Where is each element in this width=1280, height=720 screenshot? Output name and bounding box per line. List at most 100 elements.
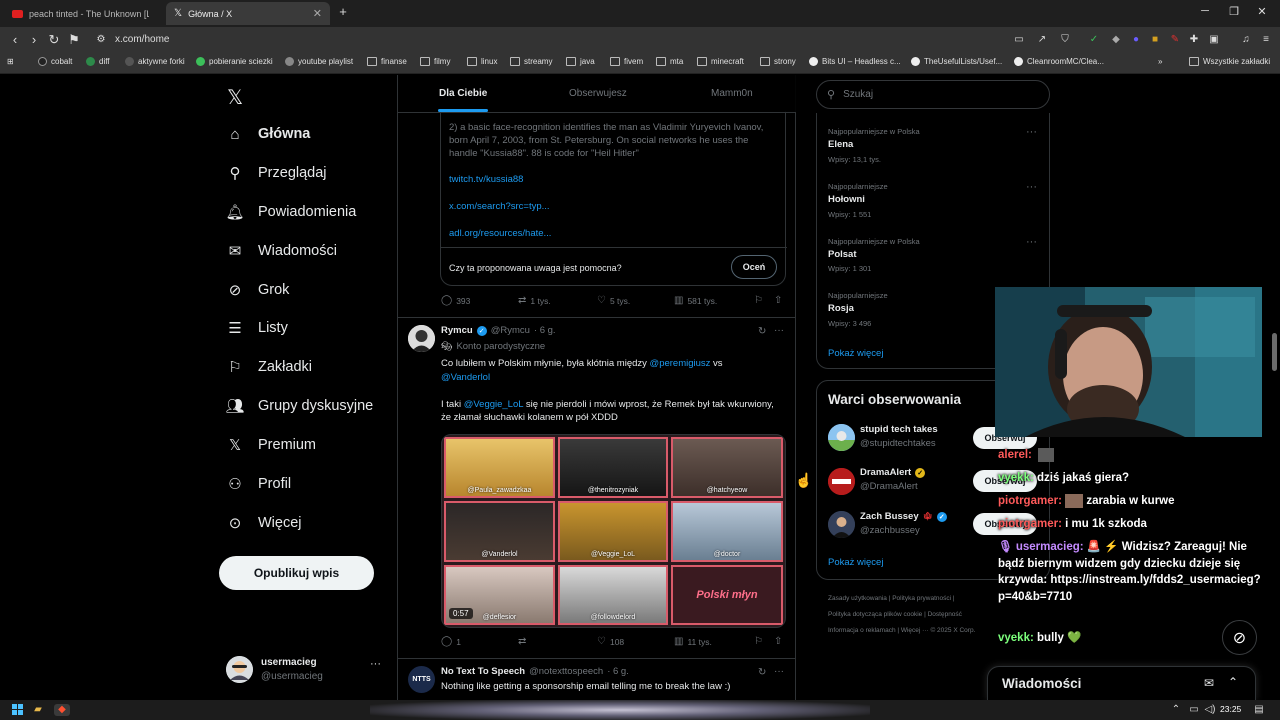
sidebar-item-lists[interactable]: ☰ Listy (226, 319, 288, 337)
bookmark-folder[interactable]: finanse (367, 57, 407, 66)
sidebar-item-notifications[interactable]: 🔔︎ Powiadomienia (225, 203, 356, 221)
sidebar-item-communities[interactable]: 👥︎ Grupy dyskusyjne (225, 397, 373, 415)
wtf-name[interactable]: stupid tech takes (860, 424, 938, 435)
sidebar-item-profile[interactable]: ⚇ Profil (226, 475, 291, 493)
window-close-button[interactable]: ✕ (1252, 5, 1272, 18)
bookmark-page-icon[interactable]: ⚑ (66, 33, 82, 47)
back-icon[interactable]: ‹ (7, 33, 23, 47)
check-extension-icon[interactable]: ✓ (1086, 33, 1102, 47)
extension-icon[interactable]: ✎ (1167, 33, 1183, 47)
bookmark-item[interactable]: TheUsefulLists/Usef... (911, 57, 1002, 66)
reply-button[interactable]: ◯ 1 (441, 636, 461, 647)
avatar[interactable] (828, 511, 855, 538)
mention-link[interactable]: @Veggie_LoL (464, 399, 523, 410)
more-dots-icon[interactable]: ··· (370, 658, 381, 670)
cast-icon[interactable]: ▭ (1011, 33, 1027, 47)
bookmark-item[interactable]: aktywne forki (125, 57, 185, 66)
bookmark-item[interactable]: diff (86, 57, 110, 66)
apps-grid-icon[interactable]: ⊞ (7, 57, 14, 66)
chevron-up-icon[interactable]: ⌃ (1170, 704, 1182, 716)
wtf-handle[interactable]: @DramaAlert (860, 481, 918, 492)
minimize-button[interactable]: ─ (1195, 5, 1215, 17)
share-button[interactable]: ⇧ (774, 295, 782, 306)
extension-icon[interactable]: ◆ (1108, 33, 1124, 47)
author-handle[interactable]: @notexttospeech (529, 666, 603, 677)
sidebar-item-explore[interactable]: ⚲ Przeglądaj (226, 164, 327, 182)
bookmark-folder[interactable]: minecraft (697, 57, 744, 66)
grok-icon[interactable]: ↻ (758, 326, 766, 337)
network-icon[interactable]: ▭ (1188, 704, 1200, 716)
trend-name[interactable]: Rosja (828, 303, 854, 314)
rate-button[interactable]: Oceń (731, 255, 777, 279)
footer-links[interactable]: Informacja o reklamach | Więcej ··· © 20… (828, 627, 975, 634)
sidebar-item-home[interactable]: ⌂ Główna (226, 125, 310, 143)
bookmark-folder[interactable]: streamy (510, 57, 552, 66)
share-icon[interactable]: ↗ (1034, 33, 1050, 47)
chevron-up-icon[interactable]: ⌃ (1228, 675, 1238, 689)
browser-tab-active[interactable]: 𝕏 Główna / X ✕ (166, 2, 330, 25)
note-link[interactable]: adl.org/resources/hate... (449, 228, 551, 239)
avatar[interactable] (828, 424, 855, 451)
sidebar-item-premium[interactable]: 𝕏 Premium (226, 436, 316, 454)
tweet-time[interactable]: · 6 g. (534, 325, 556, 336)
bookmark-folder[interactable]: fivem (610, 57, 643, 66)
extensions-puzzle-icon[interactable]: ✚ (1186, 33, 1202, 47)
messages-drawer[interactable]: Wiadomości ✉ ⌃ (987, 666, 1256, 700)
author-name[interactable]: No Text To Speech (441, 666, 525, 677)
sidebar-icon[interactable]: ▣ (1206, 33, 1222, 47)
bookmark-folder[interactable]: java (566, 57, 595, 66)
account-switcher[interactable]: usermacieg @usermacieg ··· (226, 652, 386, 686)
more-dots-icon[interactable]: ··· (1026, 236, 1037, 248)
note-link[interactable]: x.com/search?src=typ... (449, 201, 550, 212)
site-info-icon[interactable]: ⚙ (93, 33, 109, 47)
bookmark-item[interactable]: cobalt (38, 57, 72, 66)
extension-icon[interactable]: ● (1128, 33, 1144, 47)
restore-button[interactable]: ❐ (1224, 5, 1244, 18)
bookmarks-overflow-icon[interactable]: » (1158, 57, 1162, 66)
wtf-name[interactable]: DramaAlert ✓ (860, 467, 926, 478)
sidebar-item-grok[interactable]: ⊘ Grok (226, 281, 290, 299)
bookmark-item[interactable]: CleanroomMC/Clea... (1014, 57, 1104, 66)
avatar[interactable]: NTTS (408, 666, 435, 693)
footer-links[interactable]: Polityka dotycząca plików cookie | Dostę… (828, 611, 962, 618)
grok-icon[interactable]: ↻ (758, 667, 766, 678)
bookmark-folder[interactable]: strony (760, 57, 796, 66)
footer-links[interactable]: Zasady użytkowania | Polityka prywatnośc… (828, 595, 955, 602)
tab-following[interactable]: Obserwujesz (569, 88, 627, 99)
taskbar-clock[interactable]: 23:25 (1220, 704, 1241, 714)
repost-button[interactable]: ⇄ 1 tys. (518, 295, 551, 306)
like-button[interactable]: ♡ 5 tys. (597, 295, 630, 306)
tab-for-you[interactable]: Dla Ciebie (439, 88, 487, 99)
file-explorer-icon[interactable]: ▰ (32, 704, 44, 716)
reply-button[interactable]: ◯ 393 (441, 295, 470, 306)
bookmark-folder[interactable]: mta (656, 57, 683, 66)
mention-link[interactable]: @Vanderlol (441, 372, 490, 383)
bookmark-item[interactable]: Bits UI – Headless c... (809, 57, 901, 66)
more-dots-icon[interactable]: ··· (1026, 126, 1037, 138)
forward-icon[interactable]: › (26, 33, 42, 47)
trend-name[interactable]: Elena (828, 139, 853, 150)
page-scrollbar[interactable] (1272, 333, 1277, 371)
close-icon[interactable]: ✕ (313, 7, 322, 20)
more-dots-icon[interactable]: ··· (774, 666, 784, 677)
media-icon[interactable]: ♫ (1238, 33, 1254, 47)
views-button[interactable]: ▥ 11 tys. (674, 636, 712, 647)
wtf-handle[interactable]: @stupidtechtakes (860, 438, 936, 449)
trend-name[interactable]: Polsat (828, 249, 857, 260)
avatar[interactable] (408, 325, 435, 352)
address-bar[interactable]: x.com/home (115, 34, 169, 45)
more-dots-icon[interactable]: ··· (774, 325, 784, 336)
wtf-name[interactable]: Zach Bussey 🍁︎ ✓ (860, 511, 947, 522)
browser-taskbar-icon[interactable]: ◆ (54, 704, 70, 716)
views-button[interactable]: ▥ 581 tys. (674, 295, 717, 306)
mention-link[interactable]: @peremigiusz (650, 358, 711, 369)
video-player[interactable]: @Paula_zawadzkaa @thenitrozyniak @hatchy… (441, 434, 786, 628)
new-message-icon[interactable]: ✉ (1204, 676, 1214, 690)
volume-icon[interactable]: ◁) (1204, 704, 1216, 716)
post-button[interactable]: Opublikuj wpis (219, 556, 374, 590)
tweet-time[interactable]: · 6 g. (607, 666, 629, 677)
bookmark-item[interactable]: youtube playlist (285, 57, 353, 66)
menu-icon[interactable]: ≡ (1258, 33, 1274, 47)
reload-icon[interactable]: ↻ (46, 33, 62, 47)
tab-list[interactable]: Mamm0n (711, 88, 753, 99)
